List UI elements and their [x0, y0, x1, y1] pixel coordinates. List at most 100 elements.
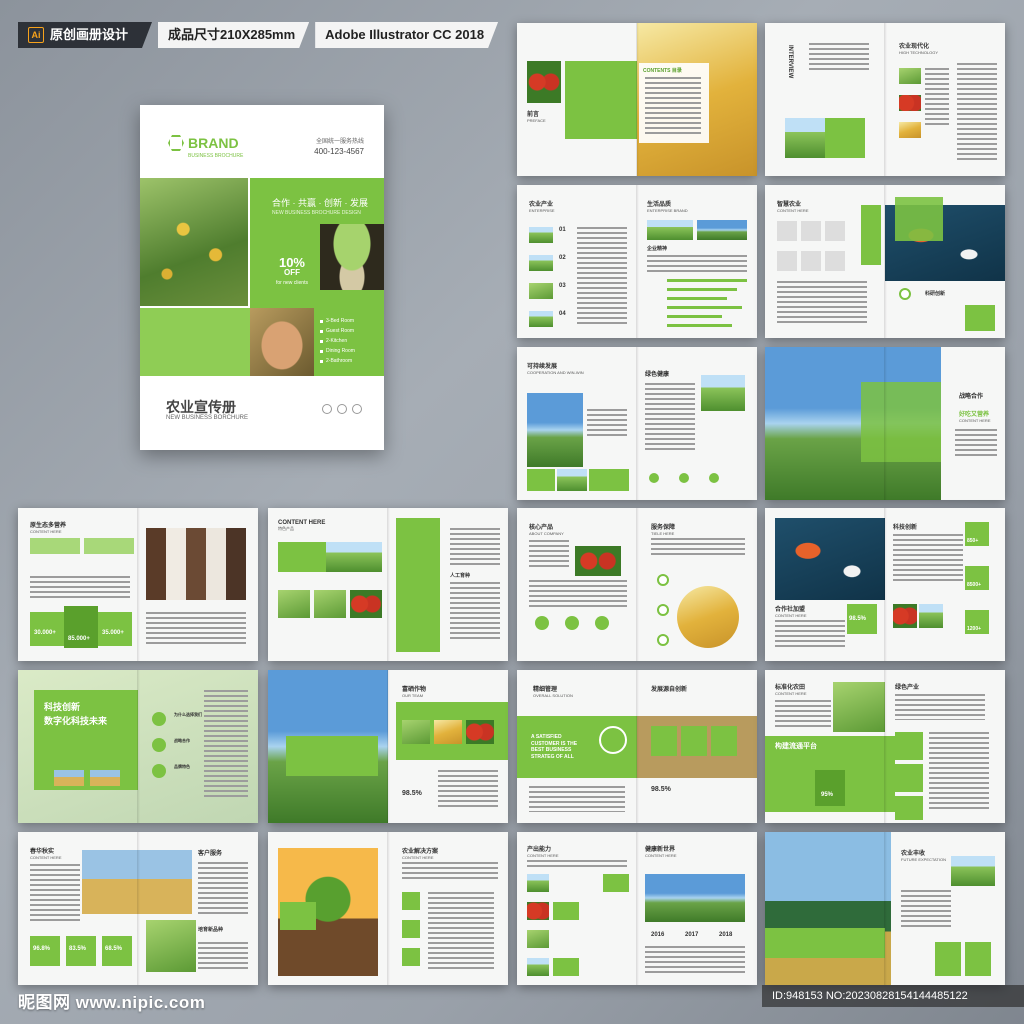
hotline-number: 400-123-4567	[314, 147, 364, 157]
thumb-photo	[529, 283, 553, 299]
icon-tile	[777, 221, 797, 241]
cover-slogan-sub: NEW BUSINESS BROCHURE DESIGN	[272, 210, 361, 216]
green-overlay	[861, 382, 941, 462]
location-icon	[352, 404, 362, 414]
room-item: 3-Bed Room	[320, 316, 378, 326]
koi-photo	[775, 518, 885, 600]
text-lines	[645, 946, 745, 974]
text-lines	[647, 255, 747, 275]
text-lines	[30, 864, 80, 924]
text-lines	[204, 690, 248, 800]
icon-tile	[895, 732, 923, 760]
tech-icon	[152, 738, 166, 752]
spread-title: 核心产品 ABOUT COMPANY	[529, 525, 564, 536]
brochure-cover: BRAND BUSINESS BROCHURE 全国统一服务热线 400-123…	[140, 105, 384, 450]
spread-title: CONTENT HERE 特色产品	[278, 520, 326, 531]
icon-tile	[895, 764, 923, 792]
hands-grain-photo	[250, 308, 314, 376]
size-tag: 成品尺寸210X285mm	[158, 22, 309, 48]
progress-bar	[667, 279, 747, 282]
thumb-photo	[527, 874, 549, 892]
stat-value: 1200+	[967, 626, 982, 632]
label-block	[553, 958, 579, 976]
progress-bar	[667, 288, 737, 291]
spread-preface: 前言 PREFACE CONTENTS 目录	[517, 23, 757, 176]
stat-value: 83.5%	[69, 946, 87, 952]
thumb-photo	[899, 68, 921, 84]
text-lines	[955, 429, 997, 459]
tractor-photo	[575, 546, 621, 576]
slogan-line-1: 科技创新	[44, 702, 81, 712]
brand-logo: BRAND	[168, 135, 239, 151]
target-icon	[899, 288, 911, 300]
spread-output: 产出能力 CONTENT HERE 健康新世界 CONTENT HERE 2016 …	[517, 832, 757, 985]
brand-name: BRAND	[188, 135, 239, 151]
spread-title: 标准化农田 CONTENT HERE	[775, 685, 807, 696]
band-title: 构建流通平台	[775, 743, 817, 750]
spread-title-right: 农业现代化 HIGH TECHNOLOGY	[899, 44, 939, 55]
service-icon	[535, 616, 549, 630]
icon-tile	[402, 948, 420, 966]
text-lines	[893, 534, 963, 584]
spread-title: 合作社加盟 CONTENT HERE	[775, 607, 807, 618]
harvest-photo	[82, 850, 192, 914]
spread-title-right: 生活品质 ENTERPRISE BRAND	[647, 202, 688, 213]
text-lines	[901, 890, 951, 930]
spread-selenium-crops: 富硒作物 OUR TEAM 98.5%	[268, 670, 508, 823]
tab-block	[30, 538, 80, 554]
stat-value: 850+	[967, 538, 979, 544]
label-block	[603, 874, 629, 892]
spread-title-right: 农业解决方案 CONTENT HERE	[402, 849, 439, 860]
green-block	[286, 736, 378, 776]
text-lines	[645, 383, 695, 453]
field-photo	[557, 469, 587, 491]
step-number: 03	[559, 283, 566, 289]
stat-block	[30, 612, 64, 646]
stat-value: 85.000+	[68, 636, 90, 642]
mid-title: 企业精神	[647, 246, 668, 252]
text-lines	[438, 770, 498, 810]
hotline-label: 全国统一服务热线	[315, 139, 364, 145]
spread-strategy: 战略合作 好吃又营养 CONTENT HERE	[765, 347, 1005, 500]
hotline: 全国统一服务热线 400-123-4567	[314, 138, 364, 158]
offer-note: for new clients	[276, 280, 308, 286]
spread-industry: 农业产业 ENTERPRISE 01 02 03 04 生活品质 ENTERPRIS…	[517, 185, 757, 338]
thumb-photo	[434, 720, 462, 744]
tab-block	[84, 538, 134, 554]
contents-box: CONTENTS 目录	[639, 63, 709, 143]
spread-fine-management: 精细管理 OVERALL SOLUTION A SATISFIED CUSTOME…	[517, 670, 757, 823]
text-lines	[651, 538, 745, 558]
tasty-title: 好吃又营养 CONTENT HERE	[959, 412, 991, 423]
greenhouse-photo	[697, 220, 747, 240]
icon-tile	[402, 892, 420, 910]
fruit-tree-photo	[140, 178, 248, 306]
stat-value: 35.000+	[102, 630, 124, 636]
text-lines	[30, 576, 130, 598]
thumb-photo	[54, 770, 84, 786]
header-tags: Ai 原创画册设计 成品尺寸210X285mm Adobe Illustrato…	[18, 22, 498, 48]
spread-interview: INTERVIEW 农业现代化 HIGH TECHNOLOGY	[765, 23, 1005, 176]
cover-title: 农业宣传册	[166, 399, 236, 415]
step-number: 04	[559, 311, 566, 317]
step-number: 02	[559, 255, 566, 261]
text-lines	[527, 860, 627, 870]
text-lines	[529, 786, 625, 812]
grain-hands-photo	[677, 586, 739, 648]
label-block	[553, 902, 579, 920]
interview-title: INTERVIEW	[787, 45, 793, 79]
text-lines	[529, 540, 569, 570]
feature-card	[965, 942, 991, 976]
tomato-photo	[350, 590, 382, 618]
thumb-photo	[314, 590, 346, 618]
ring-icon	[657, 574, 669, 586]
thumb-photo	[527, 958, 549, 976]
thumb-photo	[527, 930, 549, 948]
icon-tile	[801, 251, 821, 271]
feature-card	[651, 726, 677, 756]
ring-icon	[657, 604, 669, 616]
user-icon	[337, 404, 347, 414]
potato-photo	[701, 375, 745, 411]
text-lines	[402, 862, 498, 882]
spread-smart-agri: 智慧农业 CONTENT HERE 科研创新	[765, 185, 1005, 338]
text-lines	[775, 700, 831, 730]
